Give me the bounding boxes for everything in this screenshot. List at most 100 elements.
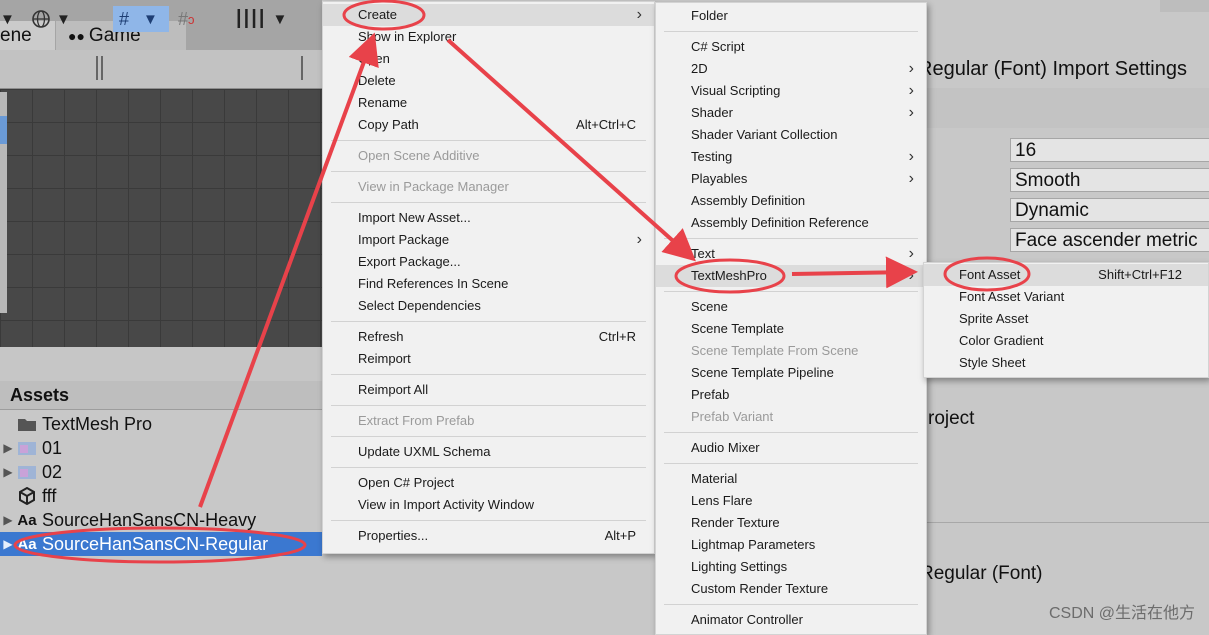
menu-item-label: Lighting Settings [691, 559, 788, 574]
grid-snap-button[interactable]: # ▼ [113, 6, 169, 32]
menu-separator [664, 604, 918, 605]
menu-item-textmeshpro[interactable]: TextMeshPro › [656, 265, 926, 287]
rendering-mode-dropdown[interactable]: Smooth [1010, 168, 1209, 192]
chevron-right-icon: › [908, 104, 914, 121]
font-size-field[interactable]: 16 [1010, 138, 1209, 162]
asset-item-sourcehansanscn-regular[interactable]: ▶ Aa SourceHanSansCN-Regular [0, 532, 322, 556]
menu-item-testing[interactable]: Testing › [656, 146, 926, 168]
menu-item-label: Open Scene Additive [358, 148, 480, 163]
inspector-title: Regular (Font) Import Settings [918, 58, 1187, 80]
menu-shortcut: Alt+Ctrl+C [576, 117, 636, 132]
font-icon: Aa [17, 535, 37, 553]
menu-item-render-texture[interactable]: Render Texture [656, 512, 926, 534]
chevron-right-icon: › [908, 60, 914, 77]
menu-item-reimport-all[interactable]: Reimport All [323, 379, 654, 401]
overlay-tool-selected[interactable] [0, 116, 7, 144]
menu-item-material[interactable]: Material [656, 468, 926, 490]
menu-item-update-uxml-schema[interactable]: Update UXML Schema [323, 441, 654, 463]
menu-item-find-references-in-scene[interactable]: Find References In Scene [323, 273, 654, 295]
menu-item-scene-template-pipeline[interactable]: Scene Template Pipeline [656, 362, 926, 384]
menu-shortcut: Ctrl+R [598, 329, 636, 344]
menu-separator [664, 463, 918, 464]
menu-item-select-dependencies[interactable]: Select Dependencies [323, 295, 654, 317]
expand-arrow-icon[interactable]: ▶ [0, 537, 16, 551]
menu-item-label: Create [358, 7, 398, 22]
menu-item-label: Prefab [691, 387, 730, 402]
menu-item-folder[interactable]: Folder [656, 5, 926, 27]
menu-item-prefab-variant: Prefab Variant [656, 406, 926, 428]
menu-item-import-package[interactable]: Import Package › [323, 229, 654, 251]
menu-item-scene-template[interactable]: Scene Template [656, 318, 926, 340]
expand-arrow-icon[interactable]: ▶ [0, 441, 16, 455]
menu-item-custom-render-texture[interactable]: Custom Render Texture [656, 578, 926, 600]
include-project-label: roject [928, 408, 975, 429]
expand-arrow-icon[interactable]: ▶ [0, 513, 16, 527]
menu-item-scene[interactable]: Scene [656, 296, 926, 318]
menu-item-reimport[interactable]: Reimport [323, 348, 654, 370]
menu-item-show-in-explorer[interactable]: Show in Explorer [323, 26, 654, 48]
menu-item-lighting-settings[interactable]: Lighting Settings [656, 556, 926, 578]
menu-item-color-gradient[interactable]: Color Gradient [924, 330, 1208, 352]
menu-separator [664, 432, 918, 433]
inspector-top-button[interactable] [1160, 0, 1209, 12]
menu-item-2d[interactable]: 2D › [656, 58, 926, 80]
menu-item-font-asset-variant[interactable]: Font Asset Variant [924, 286, 1208, 308]
expand-arrow-icon[interactable]: ▶ [0, 465, 16, 479]
menu-item-lens-flare[interactable]: Lens Flare [656, 490, 926, 512]
menu-item-animator-controller[interactable]: Animator Controller [656, 609, 926, 631]
menu-item-label: Render Texture [691, 515, 780, 530]
menu-item-assembly-definition-reference[interactable]: Assembly Definition Reference [656, 212, 926, 234]
create-submenu: Folder C# Script 2D › Visual Scripting › Shade… [655, 2, 927, 635]
menu-item-open-c-project[interactable]: Open C# Project [323, 472, 654, 494]
asset-item-01[interactable]: ▶ 01 [0, 436, 322, 460]
menu-item-visual-scripting[interactable]: Visual Scripting › [656, 80, 926, 102]
ascent-calculation-dropdown[interactable]: Face ascender metric [1010, 228, 1209, 252]
shading-dropdown[interactable]: ▼ [0, 6, 24, 32]
menu-item-assembly-definition[interactable]: Assembly Definition [656, 190, 926, 212]
scene-viewport[interactable] [0, 89, 322, 347]
menu-item-rename[interactable]: Rename [323, 92, 654, 114]
menu-item-shader[interactable]: Shader › [656, 102, 926, 124]
menu-item-c-script[interactable]: C# Script [656, 36, 926, 58]
menu-item-label: Color Gradient [959, 333, 1044, 348]
menu-item-label: Text [691, 246, 715, 261]
menu-item-copy-path[interactable]: Copy Path Alt+Ctrl+C [323, 114, 654, 136]
menu-item-audio-mixer[interactable]: Audio Mixer [656, 437, 926, 459]
menu-item-sprite-asset[interactable]: Sprite Asset [924, 308, 1208, 330]
menu-item-properties[interactable]: Properties... Alt+P [323, 525, 654, 547]
menu-item-label: Find References In Scene [358, 276, 509, 291]
menu-item-view-in-import-activity-window[interactable]: View in Import Activity Window [323, 494, 654, 516]
menu-item-text[interactable]: Text › [656, 243, 926, 265]
menu-item-import-new-asset[interactable]: Import New Asset... [323, 207, 654, 229]
ruler-icon: ┃┃┃┃ [234, 11, 267, 28]
preview-title: Regular (Font) [920, 563, 1043, 584]
menu-item-delete[interactable]: Delete [323, 70, 654, 92]
menu-item-open[interactable]: Open [323, 48, 654, 70]
menu-item-style-sheet[interactable]: Style Sheet [924, 352, 1208, 374]
menu-item-label: Reimport [358, 351, 411, 366]
gizmo-globe-dropdown[interactable]: ▼ [30, 6, 80, 32]
menu-item-export-package[interactable]: Export Package... [323, 251, 654, 273]
asset-item-label: 02 [42, 461, 63, 482]
character-dropdown[interactable]: Dynamic [1010, 198, 1209, 222]
menu-item-prefab[interactable]: Prefab [656, 384, 926, 406]
menu-separator [331, 140, 646, 141]
menu-item-playables[interactable]: Playables › [656, 168, 926, 190]
menu-item-shader-variant-collection[interactable]: Shader Variant Collection [656, 124, 926, 146]
toolbar-divider [96, 56, 98, 80]
menu-item-create[interactable]: Create › [323, 4, 654, 26]
menu-item-font-asset[interactable]: Font Asset Shift+Ctrl+F12 [924, 264, 1208, 286]
increment-snap-button[interactable]: # ↄ [178, 6, 228, 32]
menu-item-label: Refresh [358, 329, 404, 344]
menu-item-lightmap-parameters[interactable]: Lightmap Parameters [656, 534, 926, 556]
menu-shortcut: Shift+Ctrl+F12 [1098, 267, 1182, 282]
asset-item-02[interactable]: ▶ 02 [0, 460, 322, 484]
menu-item-label: Scene Template From Scene [691, 343, 859, 358]
ruler-dropdown[interactable]: ┃┃┃┃ ▼ [234, 6, 288, 32]
asset-item-sourcehansanscn-heavy[interactable]: ▶ Aa SourceHanSansCN-Heavy [0, 508, 322, 532]
asset-item-textmesh-pro[interactable]: TextMesh Pro [0, 412, 322, 436]
menu-item-refresh[interactable]: Refresh Ctrl+R [323, 326, 654, 348]
folder-icon [16, 415, 38, 433]
menu-item-label: Select Dependencies [358, 298, 481, 313]
asset-item-fff[interactable]: fff [0, 484, 322, 508]
